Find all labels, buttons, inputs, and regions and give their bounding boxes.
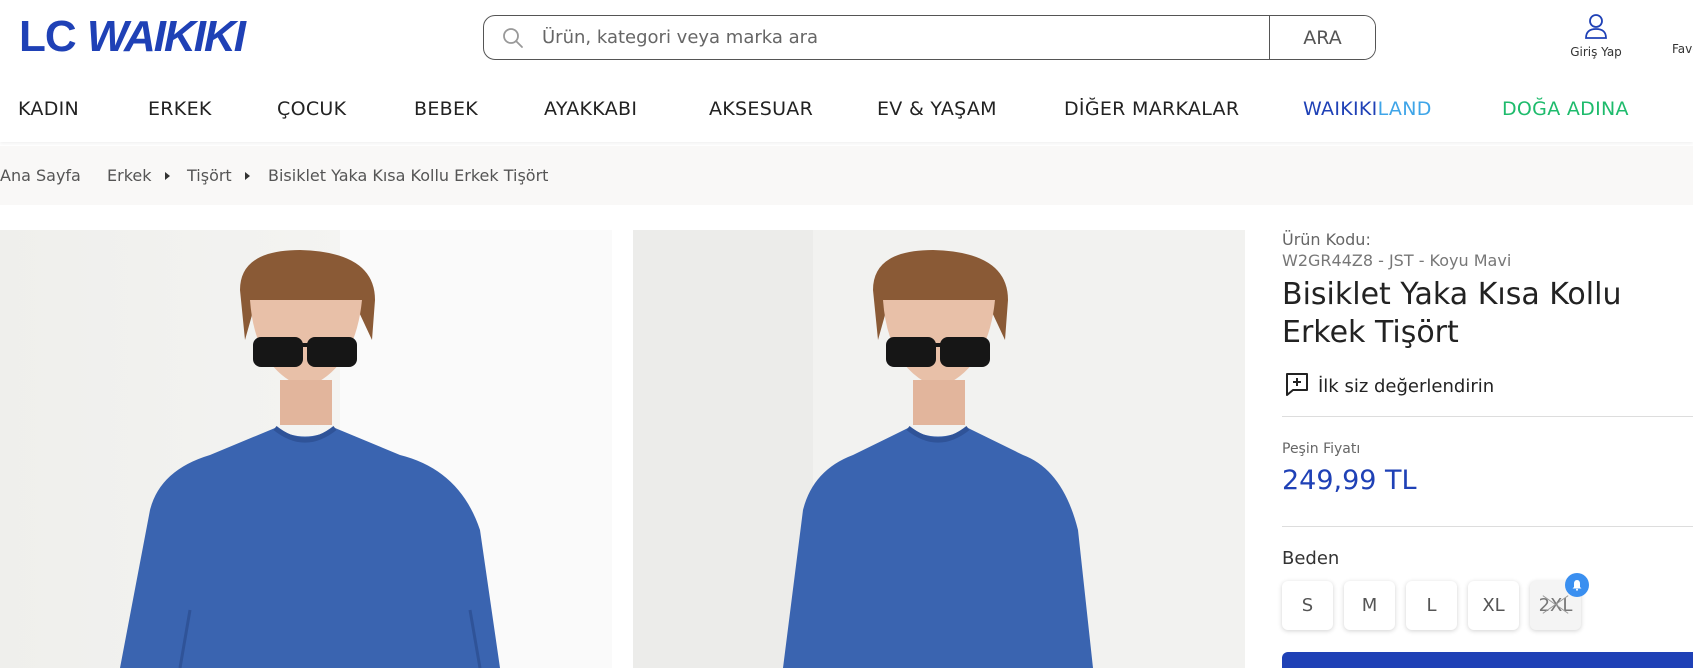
search-input[interactable] xyxy=(542,16,1269,59)
divider xyxy=(1282,526,1693,527)
nav-item-diger-markalar[interactable]: DİĞER MARKALAR xyxy=(1064,98,1239,120)
product-info: Ürün Kodu: W2GR44Z8 - JST - Koyu Mavi Bi… xyxy=(1282,230,1693,630)
nav-item-bebek[interactable]: BEBEK xyxy=(414,98,478,120)
breadcrumb-tisort[interactable]: Tişört xyxy=(187,166,232,185)
nav-item-doga-adina[interactable]: DOĞA ADINA xyxy=(1502,98,1629,120)
rating-link[interactable]: İlk siz değerlendirin xyxy=(1282,372,1693,401)
account-login[interactable]: Giriş Yap xyxy=(1560,13,1632,59)
user-icon xyxy=(1584,14,1608,43)
search-icon[interactable] xyxy=(484,16,542,59)
notify-bell-icon[interactable] xyxy=(1565,573,1589,597)
product-code-value: W2GR44Z8 - JST - Koyu Mavi xyxy=(1282,251,1512,270)
rating-text: İlk siz değerlendirin xyxy=(1318,376,1495,397)
site-header: LC WAIKIKI ARA Giriş Yap Favorilerim xyxy=(0,0,1693,72)
product-title: Bisiklet Yaka Kısa Kollu Erkek Tişört xyxy=(1282,277,1622,350)
product-image-1[interactable] xyxy=(0,230,612,668)
main-nav: KADIN ERKEK ÇOCUK BEBEK AYAKKABI AKSESUA… xyxy=(0,80,1693,142)
account-label: Giriş Yap xyxy=(1570,45,1622,59)
nav-item-ayakkabi[interactable]: AYAKKABI xyxy=(544,98,637,120)
size-label: Beden xyxy=(1282,548,1340,569)
add-review-icon xyxy=(1284,372,1310,401)
price-label: Peşin Fiyatı xyxy=(1282,441,1361,457)
size-option-l[interactable]: L xyxy=(1406,581,1457,630)
breadcrumb-separator-icon xyxy=(165,172,170,180)
product-code-label: Ürün Kodu: xyxy=(1282,230,1371,249)
nav-item-waikikiland[interactable]: WAIKIKILAND xyxy=(1303,98,1432,120)
search-button[interactable]: ARA xyxy=(1269,16,1375,59)
brand-logo[interactable]: LC WAIKIKI xyxy=(19,14,246,60)
breadcrumb-current: Bisiklet Yaka Kısa Kollu Erkek Tişört xyxy=(268,166,549,185)
breadcrumb: Ana Sayfa Erkek Tişört Bisiklet Yaka Kıs… xyxy=(0,146,1693,205)
size-option-s[interactable]: S xyxy=(1282,581,1333,630)
size-selector: S M L XL 2XL xyxy=(1282,573,1693,630)
breadcrumb-separator-icon xyxy=(245,172,250,180)
size-option-2xl-unavailable[interactable]: 2XL xyxy=(1530,573,1589,630)
nav-item-kadin[interactable]: KADIN xyxy=(18,98,79,120)
divider xyxy=(1282,416,1693,417)
breadcrumb-erkek[interactable]: Erkek xyxy=(107,166,152,185)
add-to-cart-button[interactable] xyxy=(1282,652,1693,668)
breadcrumb-home[interactable]: Ana Sayfa xyxy=(0,166,81,185)
size-option-xl[interactable]: XL xyxy=(1468,581,1519,630)
nav-item-erkek[interactable]: ERKEK xyxy=(148,98,212,120)
nav-item-ev-yasam[interactable]: EV & YAŞAM xyxy=(877,98,997,120)
favorites-label[interactable]: Favorilerim xyxy=(1672,42,1693,56)
search-bar: ARA xyxy=(483,15,1376,60)
size-option-m[interactable]: M xyxy=(1344,581,1395,630)
nav-item-aksesuar[interactable]: AKSESUAR xyxy=(709,98,813,120)
price-value: 249,99 TL xyxy=(1282,465,1417,496)
nav-item-cocuk[interactable]: ÇOCUK xyxy=(277,98,346,120)
product-image-2[interactable] xyxy=(633,230,1245,668)
